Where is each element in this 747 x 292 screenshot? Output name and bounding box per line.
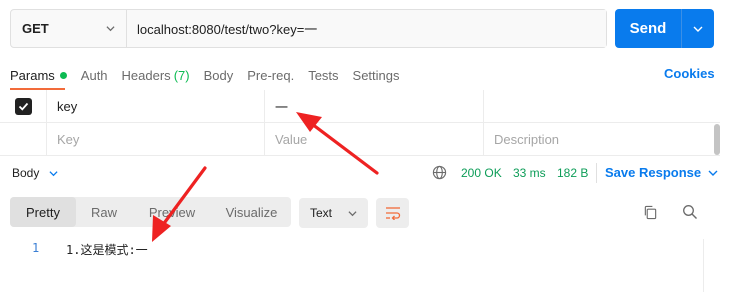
tab-auth[interactable]: Auth (81, 68, 108, 83)
tab-visualize[interactable]: Visualize (212, 197, 291, 227)
url-input[interactable]: localhost:8080/test/two?key=一 (127, 10, 606, 47)
chevron-down-icon (348, 211, 357, 217)
url-bar: GET localhost:8080/test/two?key=一 (10, 9, 607, 48)
tab-body[interactable]: Body (204, 68, 234, 83)
new-param-description-field[interactable]: Description (483, 123, 710, 156)
search-icon[interactable] (682, 204, 698, 220)
new-param-value-field[interactable]: Value (264, 123, 483, 156)
param-key-field[interactable]: key (46, 90, 264, 123)
response-header: Body 200 OK 33 ms 182 B Save Response (0, 160, 747, 186)
checkbox-checked-icon[interactable] (14, 98, 32, 115)
tab-pretty[interactable]: Pretty (10, 197, 76, 227)
params-active-dot (59, 71, 67, 79)
response-time: 33 ms (513, 166, 546, 180)
param-value-field[interactable]: 一 (264, 90, 483, 123)
globe-icon[interactable] (432, 165, 447, 180)
tab-headers[interactable]: Headers (7) (122, 68, 190, 83)
new-param-key-field[interactable]: Key (46, 123, 264, 156)
chevron-down-icon (693, 26, 703, 32)
url-text: localhost:8080/test/two?key=一 (137, 22, 318, 37)
send-button-group: Send (615, 9, 714, 48)
response-body-dropdown[interactable]: Body (12, 166, 58, 180)
tab-params[interactable]: Params (10, 68, 67, 83)
cookies-link[interactable]: Cookies (664, 66, 715, 81)
tab-preview[interactable]: Preview (132, 197, 212, 227)
params-table: key 一 Key Value Description (0, 90, 720, 157)
save-response-button[interactable]: Save Response (605, 165, 718, 180)
headers-count: (7) (173, 67, 190, 83)
tab-tests[interactable]: Tests (308, 68, 338, 83)
tab-pre-request[interactable]: Pre-req. (247, 68, 294, 83)
param-enabled-cell (0, 123, 46, 156)
editor-scrollbar-track (703, 239, 704, 292)
tab-raw[interactable]: Raw (76, 197, 132, 227)
line-number: 1 (32, 241, 40, 255)
code-line: 1.这是模式:一 (66, 243, 148, 257)
wrap-lines-button[interactable] (376, 198, 409, 228)
copy-icon[interactable] (643, 205, 658, 220)
request-tabs: Params Auth Headers (7) Body Pre-req. Te… (10, 66, 414, 84)
param-enabled-cell (0, 90, 46, 123)
table-row: Key Value Description (0, 123, 720, 156)
table-row: key 一 (0, 90, 720, 123)
wrap-lines-icon (385, 207, 400, 220)
chevron-down-icon (708, 170, 718, 176)
format-select[interactable]: Text (299, 198, 368, 228)
chevron-down-icon (49, 170, 58, 176)
send-button[interactable]: Send (615, 9, 682, 48)
status-code: 200 OK (461, 166, 502, 180)
response-body-editor[interactable]: 1 1.这是模式:一 (0, 238, 700, 258)
response-size: 182 B (557, 166, 589, 180)
response-view-tabs: Pretty Raw Preview Visualize (10, 197, 291, 227)
send-options-button[interactable] (682, 9, 714, 48)
method-label: GET (22, 21, 49, 36)
chevron-down-icon (106, 26, 115, 32)
method-select[interactable]: GET (11, 10, 127, 47)
param-description-field[interactable] (483, 90, 710, 123)
params-scrollbar[interactable] (714, 124, 720, 155)
tab-settings[interactable]: Settings (353, 68, 400, 83)
divider (596, 163, 597, 183)
